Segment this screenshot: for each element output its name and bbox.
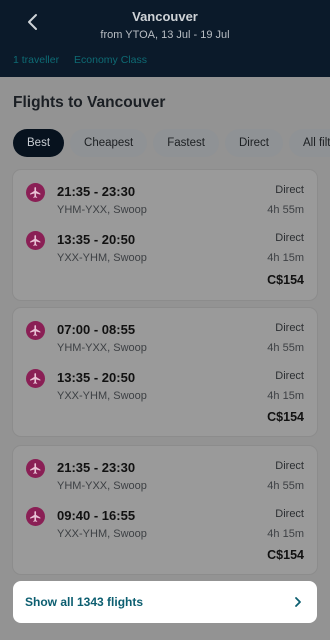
flight-card[interactable]: 21:35 - 23:30 YHM-YXX, Swoop Direct 4h 5… [13, 446, 317, 574]
flight-price: C$154 [267, 273, 304, 287]
airplane-icon [26, 369, 45, 388]
leg-stops: Direct [275, 370, 304, 382]
leg-route: YXX-YHM, Swoop [57, 390, 147, 402]
filter-fastest[interactable]: Fastest [153, 129, 219, 157]
airplane-icon [26, 321, 45, 340]
leg-times: 21:35 - 23:30 [57, 460, 136, 475]
filter-direct[interactable]: Direct [224, 129, 283, 157]
leg-times: 13:35 - 20:50 [57, 370, 136, 385]
leg-duration: 4h 55m [267, 342, 304, 354]
flight-price: C$154 [267, 548, 304, 562]
show-all-flights-button[interactable]: Show all 1343 flights [13, 581, 317, 623]
leg-route: YHM-YXX, Swoop [57, 342, 147, 354]
leg-times: 09:40 - 16:55 [57, 508, 136, 523]
airplane-icon [26, 231, 45, 250]
destination-title: Vancouver [132, 9, 198, 24]
leg-stops: Direct [275, 322, 304, 334]
return-leg: 13:35 - 20:50 YXX-YHM, Swoop Direct 4h 1… [13, 367, 317, 415]
return-leg: 09:40 - 16:55 YXX-YHM, Swoop Direct 4h 1… [13, 505, 317, 553]
show-all-label: Show all 1343 flights [25, 595, 144, 609]
filter-all[interactable]: All filters [289, 129, 330, 157]
airplane-icon [26, 507, 45, 526]
leg-times: 21:35 - 23:30 [57, 184, 136, 199]
leg-route: YHM-YXX, Swoop [57, 480, 147, 492]
cabin-class[interactable]: Economy Class [74, 54, 147, 66]
leg-stops: Direct [275, 184, 304, 196]
flight-price: C$154 [267, 410, 304, 424]
leg-times: 13:35 - 20:50 [57, 232, 136, 247]
leg-route: YXX-YHM, Swoop [57, 528, 147, 540]
leg-duration: 4h 15m [267, 528, 304, 540]
flight-card[interactable]: 07:00 - 08:55 YHM-YXX, Swoop Direct 4h 5… [13, 308, 317, 436]
leg-route: YXX-YHM, Swoop [57, 252, 147, 264]
search-meta[interactable]: 1 traveller Economy Class [13, 54, 159, 66]
return-leg: 13:35 - 20:50 YXX-YHM, Swoop Direct 4h 1… [13, 229, 317, 277]
leg-duration: 4h 55m [267, 480, 304, 492]
leg-times: 07:00 - 08:55 [57, 322, 136, 337]
outbound-leg: 21:35 - 23:30 YHM-YXX, Swoop Direct 4h 5… [13, 457, 317, 505]
outbound-leg: 21:35 - 23:30 YHM-YXX, Swoop Direct 4h 5… [13, 181, 317, 229]
flight-card[interactable]: 21:35 - 23:30 YHM-YXX, Swoop Direct 4h 5… [13, 170, 317, 300]
filter-chips: BestCheapestFastestDirectAll filters [13, 129, 330, 157]
leg-route: YHM-YXX, Swoop [57, 204, 147, 216]
outbound-leg: 07:00 - 08:55 YHM-YXX, Swoop Direct 4h 5… [13, 319, 317, 367]
header: Vancouver from YTOA, 13 Jul - 19 Jul 1 t… [0, 0, 330, 77]
page-title: Flights to Vancouver [13, 94, 166, 111]
leg-duration: 4h 15m [267, 390, 304, 402]
leg-duration: 4h 55m [267, 204, 304, 216]
filter-best[interactable]: Best [13, 129, 65, 157]
traveller-count[interactable]: 1 traveller [13, 54, 59, 66]
leg-duration: 4h 15m [267, 252, 304, 264]
airplane-icon [26, 459, 45, 478]
trip-subtitle: from YTOA, 13 Jul - 19 Jul [100, 29, 230, 41]
airplane-icon [26, 183, 45, 202]
filter-cheapest[interactable]: Cheapest [70, 129, 148, 157]
chevron-right-icon [295, 597, 301, 607]
leg-stops: Direct [275, 232, 304, 244]
leg-stops: Direct [275, 508, 304, 520]
leg-stops: Direct [275, 460, 304, 472]
